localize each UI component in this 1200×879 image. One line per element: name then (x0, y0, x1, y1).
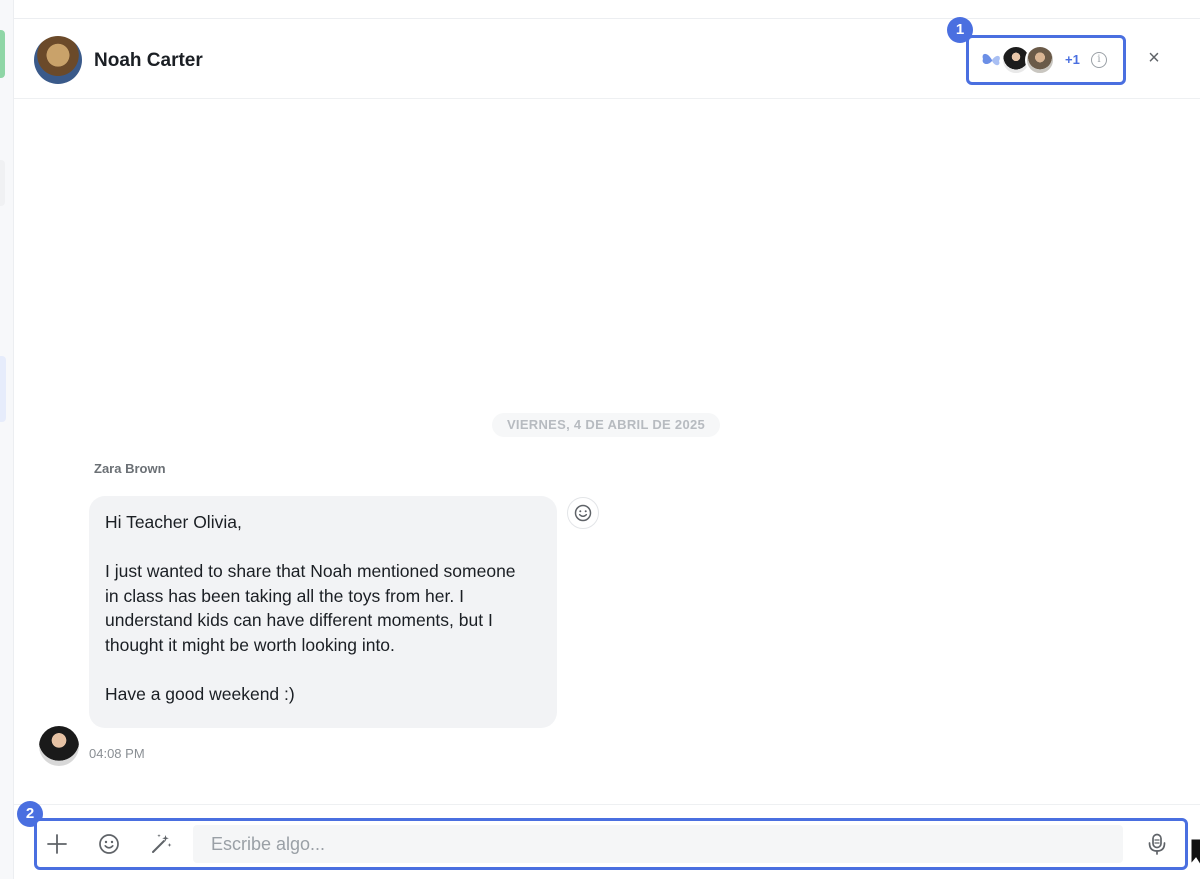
message-line: thought it might be worth looking into. (105, 634, 395, 655)
message-bubble[interactable]: Hi Teacher Olivia, I just wanted to shar… (89, 496, 557, 728)
close-button[interactable]: × (1144, 47, 1164, 69)
conversation-panel: Noah Carter +1 i 1 × VIERNES, 4 DE ABRIL… (14, 17, 1200, 879)
emoji-icon[interactable] (96, 831, 122, 857)
participants-group[interactable]: +1 i (966, 35, 1126, 85)
message-line: understand kids can have different momen… (105, 610, 493, 630)
contact-avatar[interactable] (34, 36, 82, 84)
plus-icon[interactable] (44, 831, 70, 857)
conversation-header: Noah Carter +1 i 1 × (14, 17, 1200, 99)
mouse-cursor-icon (1190, 838, 1200, 866)
participant-avatar[interactable] (1025, 45, 1055, 75)
chat-window: Noah Carter +1 i 1 × VIERNES, 4 DE ABRIL… (0, 0, 1200, 879)
message-line: in class has been taking all the toys fr… (105, 585, 464, 606)
message-line: Hi Teacher Olivia, (105, 512, 242, 532)
message-line (105, 535, 541, 560)
magic-wand-icon[interactable] (148, 831, 174, 857)
message-sender: Zara Brown (94, 461, 166, 476)
message-timestamp: 04:08 PM (89, 746, 145, 761)
sender-avatar[interactable] (39, 726, 79, 766)
message-line (105, 657, 541, 682)
add-reaction-button[interactable] (567, 497, 599, 529)
info-icon[interactable]: i (1091, 52, 1107, 68)
annotation-badge-1: 1 (947, 17, 973, 43)
message-composer (34, 818, 1188, 870)
message-line: Have a good weekend :) (105, 683, 295, 704)
participants-more-count[interactable]: +1 (1065, 52, 1080, 67)
background-sidebar-edge (0, 0, 14, 879)
microphone-icon[interactable] (1144, 831, 1170, 857)
message-input[interactable] (193, 825, 1123, 863)
composer-divider (14, 804, 1200, 805)
sidebar-item-marker (0, 160, 5, 206)
sidebar-selected-marker (0, 356, 6, 422)
message-line: I just wanted to share that Noah mention… (105, 561, 516, 581)
date-separator: VIERNES, 4 DE ABRIL DE 2025 (492, 413, 720, 437)
sidebar-active-marker (0, 30, 5, 78)
contact-name[interactable]: Noah Carter (94, 50, 203, 72)
emoji-icon (574, 504, 592, 522)
